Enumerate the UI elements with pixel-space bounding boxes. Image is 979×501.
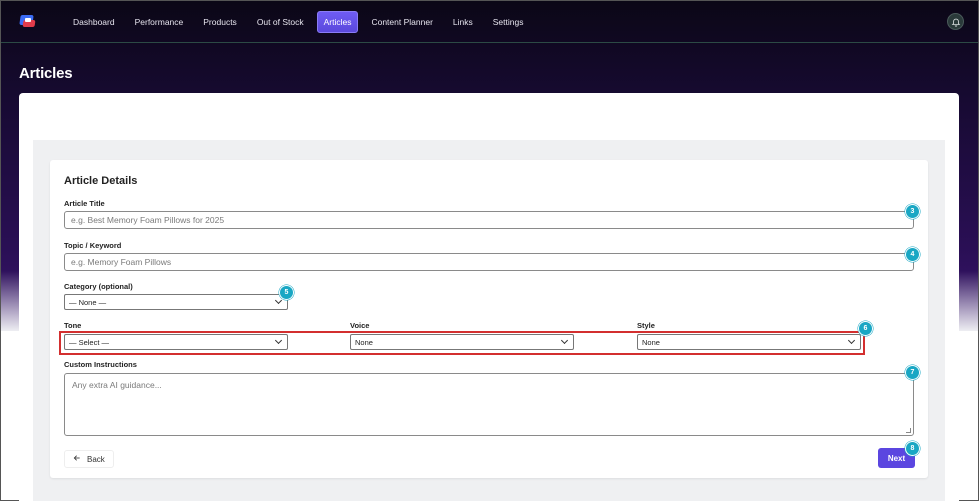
category-select[interactable]: — None — <box>64 294 288 310</box>
tone-value: — Select — <box>69 337 110 347</box>
nav-item-performance[interactable]: Performance <box>128 12 191 32</box>
app-logo-icon[interactable] <box>19 14 36 29</box>
back-button-label: Back <box>87 454 105 464</box>
style-value: None <box>642 337 660 347</box>
topic-keyword-label: Topic / Keyword <box>64 241 122 250</box>
resize-handle-icon[interactable] <box>906 428 911 433</box>
custom-instructions-placeholder: Any extra AI guidance... <box>72 380 162 390</box>
chevron-down-icon <box>847 336 856 345</box>
nav-item-dashboard[interactable]: Dashboard <box>66 12 122 32</box>
article-title-placeholder: e.g. Best Memory Foam Pillows for 2025 <box>71 215 225 225</box>
nav-item-articles[interactable]: Articles <box>316 10 359 33</box>
nav-item-settings[interactable]: Settings <box>486 12 531 32</box>
nav-item-content-planner[interactable]: Content Planner <box>364 12 439 32</box>
voice-value: None <box>355 337 373 347</box>
section-title: Article Details <box>64 175 138 187</box>
step-badge: 8 <box>905 441 920 456</box>
tone-label: Tone <box>64 321 82 330</box>
back-button[interactable]: Back <box>64 450 114 468</box>
arrow-left-icon <box>73 454 81 464</box>
nav-menu: Dashboard Performance Products Out of St… <box>66 10 536 33</box>
style-label: Style <box>637 321 655 330</box>
category-label: Category (optional) <box>64 282 133 291</box>
voice-label: Voice <box>350 321 370 330</box>
page-title: Articles <box>19 65 73 82</box>
custom-instructions-textarea[interactable]: Any extra AI guidance... <box>64 373 914 436</box>
custom-instructions-label: Custom Instructions <box>64 360 137 369</box>
step-badge: 6 <box>858 321 873 336</box>
notifications-bell-icon[interactable] <box>947 13 964 30</box>
nav-item-products[interactable]: Products <box>196 12 244 32</box>
voice-select[interactable]: None <box>350 334 574 350</box>
nav-item-out-of-stock[interactable]: Out of Stock <box>250 12 311 32</box>
step-badge: 4 <box>905 247 920 262</box>
topic-keyword-input[interactable]: e.g. Memory Foam Pillows <box>64 253 914 271</box>
category-value: — None — <box>69 297 107 307</box>
step-badge: 3 <box>905 204 920 219</box>
step-badge: 5 <box>279 285 294 300</box>
style-select[interactable]: None <box>637 334 861 350</box>
nav-item-links[interactable]: Links <box>446 12 480 32</box>
tone-select[interactable]: — Select — <box>64 334 288 350</box>
article-title-input[interactable]: e.g. Best Memory Foam Pillows for 2025 <box>64 211 914 229</box>
chevron-down-icon <box>560 336 569 345</box>
article-title-label: Article Title <box>64 199 105 208</box>
top-navbar: Dashboard Performance Products Out of St… <box>1 1 978 43</box>
chevron-down-icon <box>274 336 283 345</box>
step-badge: 7 <box>905 365 920 380</box>
topic-keyword-placeholder: e.g. Memory Foam Pillows <box>71 257 172 267</box>
